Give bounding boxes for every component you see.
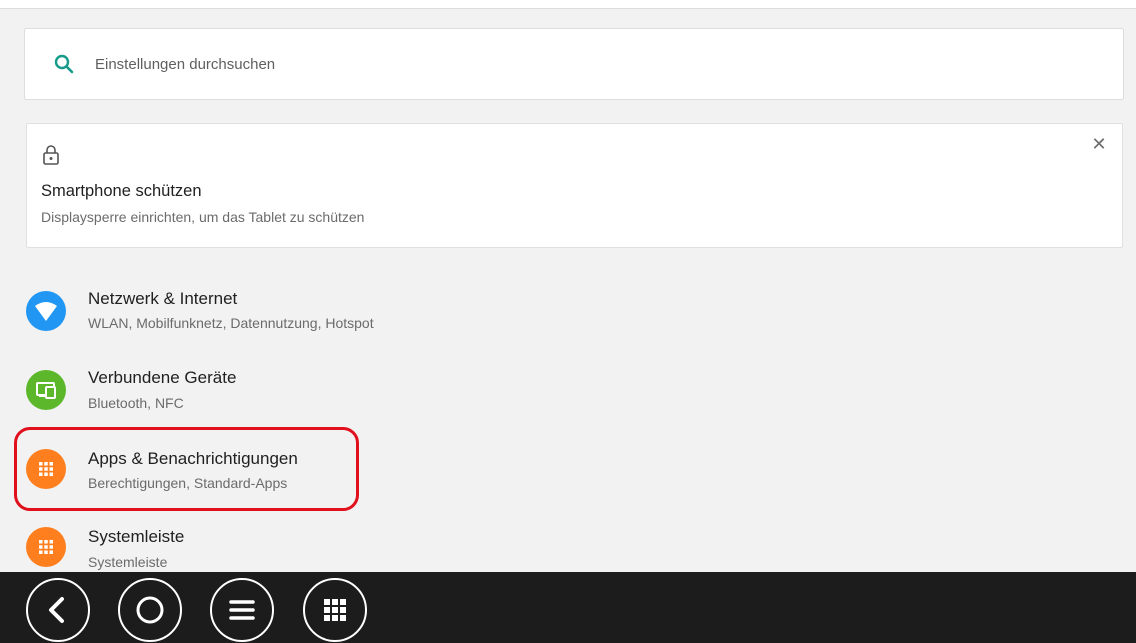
settings-item-title: Verbundene Geräte xyxy=(88,368,237,387)
close-icon[interactable]: ✕ xyxy=(1088,133,1110,155)
connected-devices-icon xyxy=(26,370,66,410)
app-drawer-icon[interactable] xyxy=(303,578,367,642)
apps-grid-icon xyxy=(26,527,66,567)
search-placeholder[interactable]: Einstellungen durchsuchen xyxy=(95,56,275,73)
settings-item-connected-devices[interactable]: Verbundene Geräte Bluetooth, NFC xyxy=(0,358,1136,438)
settings-item-network[interactable]: Netzwerk & Internet WLAN, Mobilfunknetz,… xyxy=(0,278,1136,358)
search-icon xyxy=(53,53,75,75)
suggestion-card[interactable]: ✕ Smartphone schützen Displaysperre einr… xyxy=(26,123,1123,248)
top-edge xyxy=(0,0,1136,9)
settings-item-summary: Systemleiste xyxy=(88,554,168,570)
highlight-annotation xyxy=(14,427,359,511)
suggestion-title: Smartphone schützen xyxy=(41,182,202,200)
navigation-bar xyxy=(0,572,1136,643)
wifi-icon xyxy=(26,291,66,331)
lock-icon xyxy=(41,143,61,167)
search-bar[interactable]: Einstellungen durchsuchen xyxy=(24,28,1124,100)
settings-item-title: Netzwerk & Internet xyxy=(88,289,238,308)
settings-item-title: Systemleiste xyxy=(88,527,185,546)
suggestion-summary: Displaysperre einrichten, um das Tablet … xyxy=(41,209,365,225)
back-icon[interactable] xyxy=(26,578,90,642)
menu-icon[interactable] xyxy=(210,578,274,642)
settings-item-summary: Bluetooth, NFC xyxy=(88,395,184,411)
settings-item-summary: WLAN, Mobilfunknetz, Datennutzung, Hotsp… xyxy=(88,315,374,331)
home-icon[interactable] xyxy=(118,578,182,642)
